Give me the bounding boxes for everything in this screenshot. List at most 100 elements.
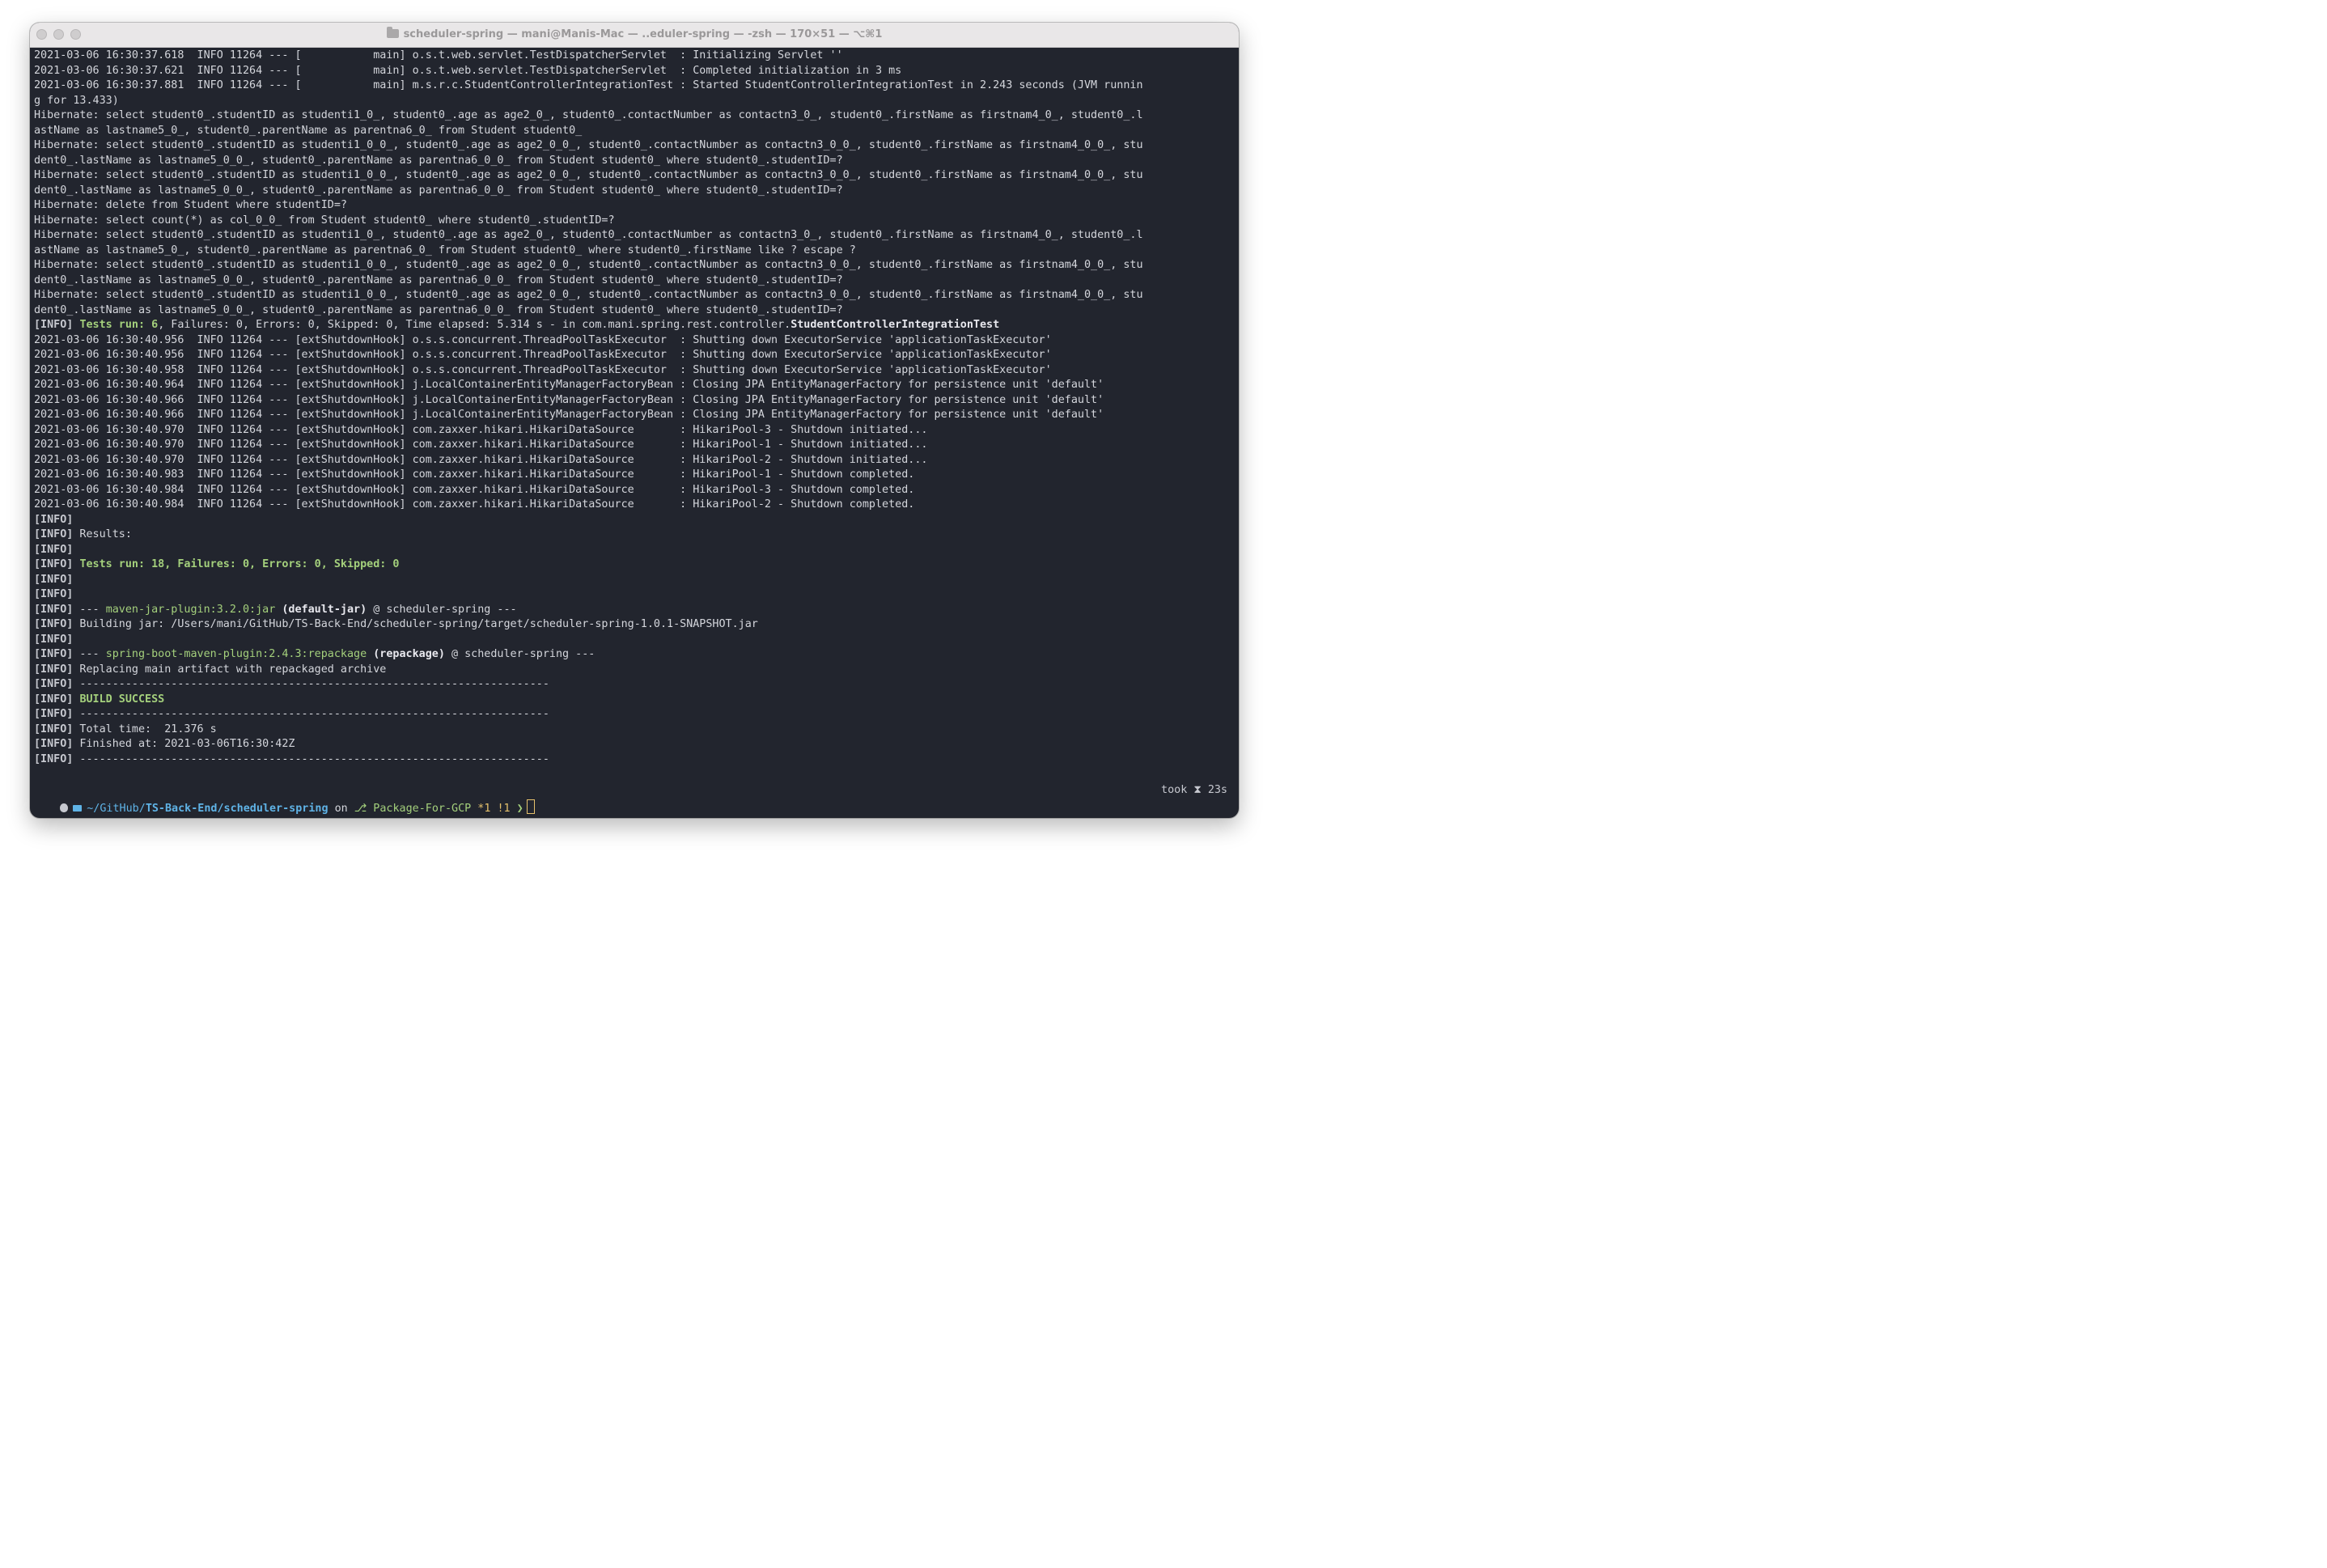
terminal-text: , Failures: 0, Errors: 0, Skipped: 0, Ti… (158, 319, 791, 331)
terminal-line: 2021-03-06 16:30:40.970 INFO 11264 --- [… (34, 438, 1236, 453)
terminal-line: 2021-03-06 16:30:40.984 INFO 11264 --- [… (34, 498, 1236, 513)
terminal-text: --- (73, 603, 106, 616)
log-level-tag: [INFO] (34, 573, 74, 586)
terminal-window: scheduler-spring — mani@Manis-Mac — ..ed… (30, 23, 1239, 818)
terminal-text: Finished at: 2021-03-06T16:30:42Z (73, 738, 295, 750)
terminal-text: (default-jar) (282, 603, 367, 616)
terminal-line: [INFO] Tests run: 6, Failures: 0, Errors… (34, 318, 1236, 333)
terminal-line: [INFO] Replacing main artifact with repa… (34, 663, 1236, 678)
terminal-text: dent0_.lastName as lastname5_0_0_, stude… (34, 303, 843, 316)
log-level-tag: [INFO] (34, 723, 74, 735)
log-level-tag: [INFO] (34, 543, 74, 556)
log-level-tag: [INFO] (34, 633, 74, 646)
terminal-text: StudentControllerIntegrationTest (791, 319, 1000, 331)
terminal-line: dent0_.lastName as lastname5_0_0_, stude… (34, 273, 1236, 289)
terminal-text: 2021-03-06 16:30:40.966 INFO 11264 --- [… (34, 409, 1104, 421)
terminal-line: g for 13.433) (34, 94, 1236, 109)
terminal-text: Total time: 21.376 s (73, 723, 217, 735)
terminal-text: 2021-03-06 16:30:40.984 INFO 11264 --- [… (34, 498, 915, 511)
terminal-text: 2021-03-06 16:30:40.970 INFO 11264 --- [… (34, 423, 928, 436)
log-level-tag: [INFO] (34, 693, 74, 706)
terminal-line: 2021-03-06 16:30:37.881 INFO 11264 --- [… (34, 78, 1236, 94)
prompt-on-text: on (334, 803, 348, 815)
prompt-path-current: TS-Back-End/scheduler-spring (145, 803, 328, 815)
terminal-text: Hibernate: select student0_.studentID as… (34, 289, 1143, 301)
terminal-output[interactable]: 2021-03-06 16:30:37.618 INFO 11264 --- [… (34, 49, 1236, 767)
terminal-line: [INFO] Finished at: 2021-03-06T16:30:42Z (34, 737, 1236, 752)
terminal-line: dent0_.lastName as lastname5_0_0_, stude… (34, 154, 1236, 169)
terminal-text: dent0_.lastName as lastname5_0_0_, stude… (34, 184, 843, 197)
terminal-line: 2021-03-06 16:30:40.984 INFO 11264 --- [… (34, 483, 1236, 498)
terminal-text: ----------------------------------------… (73, 708, 549, 720)
terminal-text: 2021-03-06 16:30:37.618 INFO 11264 --- [… (34, 49, 843, 61)
text-cursor[interactable] (526, 799, 535, 814)
terminal-text: Hibernate: select student0_.studentID as… (34, 139, 1143, 151)
log-level-tag: [INFO] (34, 663, 74, 676)
terminal-line: Hibernate: select student0_.studentID as… (34, 108, 1236, 124)
terminal-line: Hibernate: delete from Student where stu… (34, 198, 1236, 214)
terminal-text: 2021-03-06 16:30:40.964 INFO 11264 --- [… (34, 379, 1104, 391)
terminal-line: [INFO] ---------------------------------… (34, 707, 1236, 723)
terminal-text: @ scheduler-spring --- (367, 603, 517, 616)
log-level-tag: [INFO] (34, 678, 74, 690)
log-level-tag: [INFO] (34, 738, 74, 750)
terminal-text: spring-boot-maven-plugin:2.4.3:repackage (105, 648, 367, 660)
terminal-text: astName as lastname5_0_, student0_.paren… (34, 124, 583, 137)
terminal-line: Hibernate: select student0_.studentID as… (34, 228, 1236, 244)
terminal-text: --- (73, 648, 106, 660)
terminal-line: 2021-03-06 16:30:40.958 INFO 11264 --- [… (34, 363, 1236, 379)
prompt-path-prefix: ~/GitHub/ (87, 803, 146, 815)
terminal-line: [INFO] (34, 513, 1236, 528)
terminal-text: Results: (73, 528, 132, 540)
terminal-text: 2021-03-06 16:30:40.958 INFO 11264 --- [… (34, 363, 1052, 376)
terminal-line: [INFO] ---------------------------------… (34, 677, 1236, 693)
terminal-text: @ scheduler-spring --- (444, 648, 596, 660)
terminal-line: 2021-03-06 16:30:40.983 INFO 11264 --- [… (34, 468, 1236, 483)
terminal-text: g for 13.433) (34, 94, 119, 107)
terminal-line: 2021-03-06 16:30:40.964 INFO 11264 --- [… (34, 378, 1236, 393)
git-branch-name: Package-For-GCP (373, 803, 472, 815)
terminal-line: 2021-03-06 16:30:40.956 INFO 11264 --- [… (34, 348, 1236, 363)
terminal-line: dent0_.lastName as lastname5_0_0_, stude… (34, 184, 1236, 199)
terminal-text: ----------------------------------------… (73, 752, 549, 765)
terminal-text: ----------------------------------------… (73, 678, 549, 690)
log-level-tag: [INFO] (34, 708, 74, 720)
terminal-line: [INFO] --- maven-jar-plugin:3.2.0:jar (d… (34, 603, 1236, 618)
window-title: scheduler-spring — mani@Manis-Mac — ..ed… (30, 23, 1239, 47)
terminal-text: 2021-03-06 16:30:37.881 INFO 11264 --- [… (34, 79, 1143, 91)
terminal-text: Replacing main artifact with repackaged … (73, 663, 387, 676)
terminal-text: Hibernate: select student0_.studentID as… (34, 169, 1143, 181)
terminal-text: 2021-03-06 16:30:40.970 INFO 11264 --- [… (34, 453, 928, 466)
terminal-text: maven-jar-plugin:3.2.0:jar (105, 603, 276, 616)
terminal-line: 2021-03-06 16:30:37.618 INFO 11264 --- [… (34, 49, 1236, 64)
terminal-text: Hibernate: select student0_.studentID as… (34, 229, 1143, 241)
terminal-text: 2021-03-06 16:30:40.983 INFO 11264 --- [… (34, 468, 915, 481)
log-level-tag: [INFO] (34, 648, 74, 660)
terminal-line: [INFO] (34, 543, 1236, 558)
log-level-tag: [INFO] (34, 752, 74, 765)
log-level-tag: [INFO] (34, 618, 74, 630)
folder-icon (386, 27, 399, 38)
terminal-line: dent0_.lastName as lastname5_0_0_, stude… (34, 303, 1236, 319)
git-dirty-status: *1 !1 (477, 803, 511, 815)
shell-prompt[interactable]: ~/GitHub/TS-Back-End/scheduler-spring on… (34, 782, 1232, 815)
terminal-line: Hibernate: select count(*) as col_0_0_ f… (34, 214, 1236, 229)
hourglass-icon: ⧗ (1193, 784, 1202, 796)
terminal-line: [INFO] (34, 573, 1236, 588)
log-level-tag: [INFO] (34, 603, 74, 616)
terminal-text: Tests run: 6 (79, 319, 159, 331)
log-level-tag: [INFO] (34, 558, 74, 570)
terminal-text: Hibernate: select count(*) as col_0_0_ f… (34, 214, 615, 227)
apple-icon (60, 803, 69, 812)
terminal-text: (repackage) (373, 648, 445, 660)
terminal-text: 2021-03-06 16:30:37.621 INFO 11264 --- [… (34, 64, 902, 77)
terminal-text: Hibernate: delete from Student where stu… (34, 199, 347, 211)
terminal-line: [INFO] --- spring-boot-maven-plugin:2.4.… (34, 647, 1236, 663)
title-bar[interactable]: scheduler-spring — mani@Manis-Mac — ..ed… (30, 23, 1239, 48)
terminal-text: 2021-03-06 16:30:40.984 INFO 11264 --- [… (34, 483, 915, 496)
terminal-text: Hibernate: select student0_.studentID as… (34, 259, 1143, 271)
window-title-text: scheduler-spring — mani@Manis-Mac — ..ed… (403, 28, 883, 40)
terminal-line: Hibernate: select student0_.studentID as… (34, 168, 1236, 184)
terminal-line: 2021-03-06 16:30:40.970 INFO 11264 --- [… (34, 423, 1236, 439)
prompt-arrow: ❯ (516, 803, 523, 815)
